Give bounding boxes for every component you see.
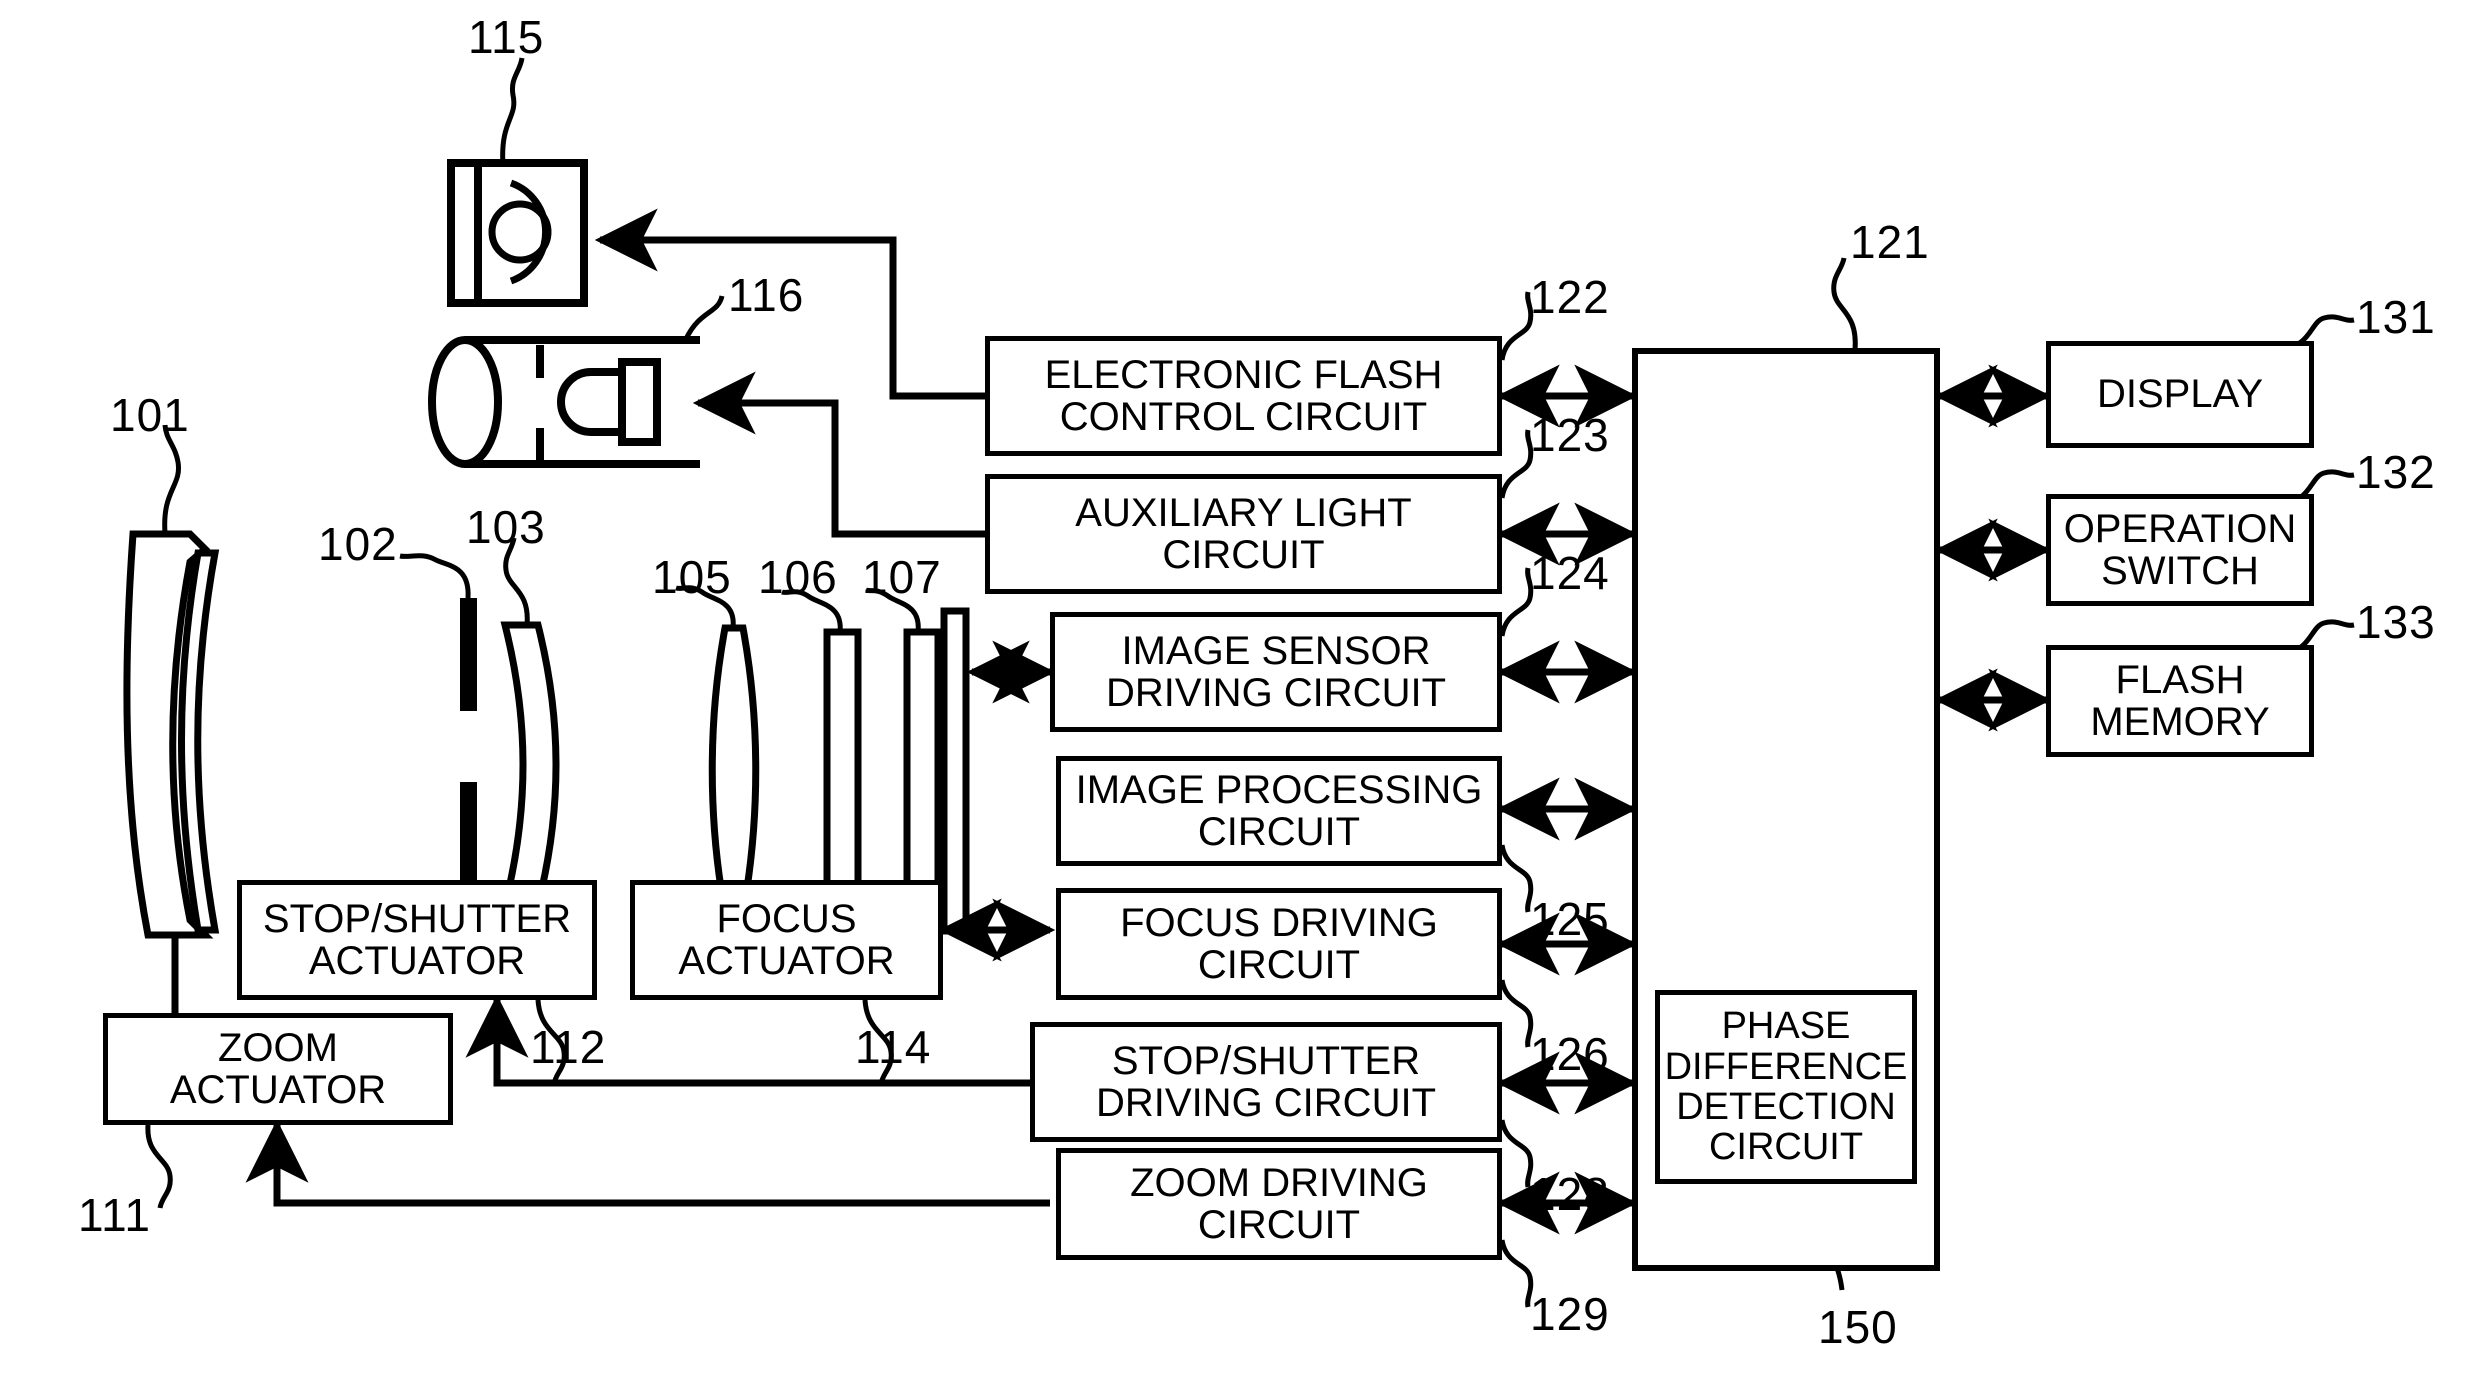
led-icon xyxy=(557,358,661,446)
lens-group-101 xyxy=(123,530,220,939)
optical-plate-107 xyxy=(903,628,942,919)
figure-canvas: ELECTRONIC FLASH CONTROL CIRCUIT AUXILIA… xyxy=(0,0,2484,1381)
block-flash-memory[interactable]: FLASH MEMORY xyxy=(2046,645,2314,757)
link-zoomdrv-to-zoomact xyxy=(245,1119,1050,1207)
ref-numeral-131: 131 xyxy=(2356,291,2436,343)
ref-numeral-129: 129 xyxy=(1530,1288,1610,1340)
link-flash-ctrl-to-116 xyxy=(692,371,985,538)
ref-numeral-128: 128 xyxy=(1530,1168,1610,1220)
ref-numeral-132: 132 xyxy=(2356,446,2436,498)
image-sensor-plate xyxy=(940,607,970,935)
block-stop-shutter-driving-circuit[interactable]: STOP/SHUTTER DRIVING CIRCUIT xyxy=(1030,1022,1502,1142)
ref-numeral-114: 114 xyxy=(855,1021,932,1073)
bus-arrows xyxy=(1496,364,1638,1235)
optical-plate-106 xyxy=(823,628,862,919)
ref-numeral-101: 101 xyxy=(110,389,190,441)
ref-numeral-115: 115 xyxy=(468,11,545,63)
block-electronic-flash-control-circuit[interactable]: ELECTRONIC FLASH CONTROL CIRCUIT xyxy=(985,336,1502,456)
block-image-processing-circuit[interactable]: IMAGE PROCESSING CIRCUIT xyxy=(1056,756,1502,866)
block-stop-shutter-actuator[interactable]: STOP/SHUTTER ACTUATOR xyxy=(237,880,597,1000)
ref-numeral-124: 124 xyxy=(1530,547,1610,599)
lens-group-103 xyxy=(500,621,560,909)
ref-numeral-116: 116 xyxy=(728,269,805,321)
block-zoom-actuator[interactable]: ZOOM ACTUATOR xyxy=(103,1013,453,1125)
ref-numeral-121: 121 xyxy=(1850,216,1930,268)
bus-arrows-right xyxy=(1934,364,2052,732)
ref-numeral-150: 150 xyxy=(1818,1301,1898,1353)
block-display[interactable]: DISPLAY xyxy=(2046,341,2314,448)
ref-numeral-122: 122 xyxy=(1530,271,1610,323)
block-phase-difference-detection-circuit[interactable]: PHASE DIFFERENCE DETECTION CIRCUIT xyxy=(1655,990,1917,1184)
block-operation-switch[interactable]: OPERATION SWITCH xyxy=(2046,494,2314,606)
lens-group-105 xyxy=(708,624,760,916)
stop-element-102 xyxy=(460,598,477,892)
block-auxiliary-light-circuit[interactable]: AUXILIARY LIGHT CIRCUIT xyxy=(985,474,1502,594)
block-focus-actuator[interactable]: FOCUS ACTUATOR xyxy=(630,880,943,1000)
ref-numeral-103: 103 xyxy=(466,501,546,553)
ref-numeral-125: 125 xyxy=(1530,893,1610,945)
ref-numeral-123: 123 xyxy=(1530,409,1610,461)
ref-numeral-112: 112 xyxy=(530,1021,607,1073)
ref-numeral-106: 106 xyxy=(758,551,838,603)
ref-numeral-133: 133 xyxy=(2356,596,2436,648)
ref-numeral-111: 111 xyxy=(78,1189,151,1241)
ref-numeral-126: 126 xyxy=(1530,1028,1610,1080)
ref-numeral-102: 102 xyxy=(318,518,398,570)
ref-numeral-105: 105 xyxy=(652,551,732,603)
ref-numeral-107: 107 xyxy=(862,551,942,603)
block-zoom-driving-circuit[interactable]: ZOOM DRIVING CIRCUIT xyxy=(1056,1148,1502,1260)
block-image-sensor-driving-circuit[interactable]: IMAGE SENSOR DRIVING CIRCUIT xyxy=(1050,612,1502,732)
block-focus-driving-circuit[interactable]: FOCUS DRIVING CIRCUIT xyxy=(1056,888,1502,1000)
